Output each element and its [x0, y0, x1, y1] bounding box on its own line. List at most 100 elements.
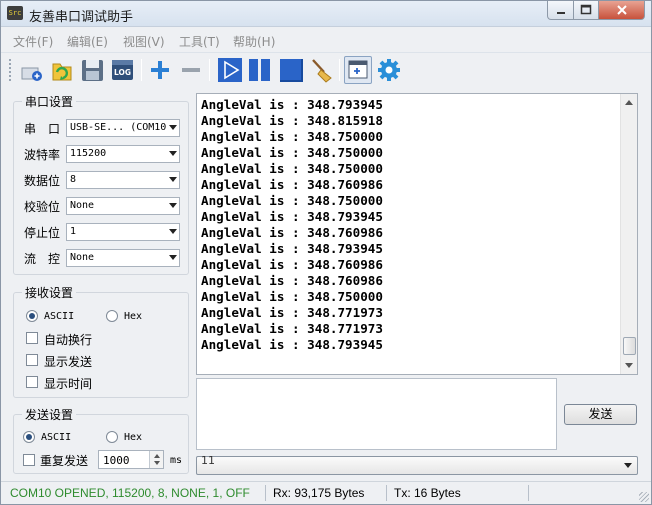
- send-hex-radio[interactable]: [106, 431, 118, 443]
- baud-value: 115200: [70, 148, 107, 159]
- stepper-buttons[interactable]: [149, 451, 163, 468]
- send-settings-group: 发送设置 ASCII Hex 重复发送 1000 ms: [13, 406, 189, 474]
- connection-status: COM10 OPENED, 115200, 8, NONE, 1, OFF: [10, 486, 250, 500]
- send-button[interactable]: 发送: [564, 404, 637, 425]
- auto-wrap-checkbox[interactable]: [26, 332, 38, 344]
- send-ascii-label: ASCII: [41, 432, 72, 443]
- receive-line: AngleVal is : 348.750000: [201, 193, 383, 208]
- close-icon: [616, 5, 627, 15]
- stopbits-value: 1: [70, 226, 77, 237]
- maximize-icon: [580, 4, 592, 15]
- new-session-icon: [21, 67, 42, 81]
- app-logo-icon: Src: [7, 6, 23, 20]
- chevron-down-icon: [169, 177, 177, 182]
- maximize-button[interactable]: [573, 1, 599, 20]
- scroll-up-icon[interactable]: [625, 100, 633, 105]
- parity-label: 校验位: [24, 200, 61, 214]
- minus-icon: [182, 68, 200, 72]
- send-settings-title: 发送设置: [22, 406, 77, 423]
- log-button[interactable]: LOG: [109, 56, 137, 84]
- receive-hex-radio[interactable]: [106, 310, 118, 322]
- new-session-button[interactable]: [18, 56, 46, 84]
- chevron-down-icon: [169, 255, 177, 260]
- serial-settings-group: 串口设置 串 口 USB-SE... (COM10 波特率 115200 数据位…: [13, 93, 189, 275]
- menu-file[interactable]: 文件(F): [13, 33, 53, 50]
- databits-value: 8: [70, 174, 77, 185]
- stepper-arrows-icon: [154, 454, 160, 465]
- stop-icon: [280, 59, 303, 82]
- receive-hex-label: Hex: [124, 311, 143, 322]
- open-file-button[interactable]: [48, 56, 76, 84]
- send-history-value: 11: [201, 454, 215, 467]
- menu-view[interactable]: 视图(V): [123, 33, 165, 50]
- parity-select[interactable]: None: [66, 197, 180, 215]
- menu-tools[interactable]: 工具(T): [179, 33, 220, 50]
- clear-button[interactable]: [307, 56, 335, 84]
- baud-label: 波特率: [24, 148, 61, 162]
- receive-line: AngleVal is : 348.760986: [201, 225, 383, 240]
- receive-scrollbar[interactable]: [620, 94, 637, 374]
- receive-settings-title: 接收设置: [22, 284, 77, 301]
- minimize-button[interactable]: [547, 1, 574, 20]
- pause-button[interactable]: [246, 56, 274, 84]
- close-button[interactable]: [598, 1, 645, 20]
- menu-help[interactable]: 帮助(H): [233, 33, 275, 50]
- settings-button[interactable]: [375, 56, 403, 84]
- toolbar-grip[interactable]: [9, 59, 12, 81]
- receive-line: AngleVal is : 348.771973: [201, 321, 383, 336]
- resize-grip[interactable]: [639, 492, 649, 502]
- show-time-checkbox[interactable]: [26, 376, 38, 388]
- port-select[interactable]: USB-SE... (COM10: [66, 119, 180, 137]
- receive-ascii-radio[interactable]: [26, 310, 38, 322]
- pause-icon: [249, 59, 270, 81]
- repeat-unit-label: ms: [170, 455, 183, 466]
- flow-select[interactable]: None: [66, 249, 180, 267]
- menu-edit[interactable]: 编辑(E): [67, 33, 108, 50]
- repeat-send-checkbox[interactable]: [23, 454, 35, 466]
- flow-label: 流 控: [24, 252, 61, 266]
- send-ascii-radio[interactable]: [23, 431, 35, 443]
- receive-line: AngleVal is : 348.793945: [201, 337, 383, 352]
- toolbar-separator: [209, 59, 210, 81]
- repeat-interval-stepper[interactable]: 1000: [98, 450, 164, 469]
- scroll-down-icon[interactable]: [625, 363, 633, 368]
- receive-line: AngleVal is : 348.793945: [201, 209, 383, 224]
- receive-line: AngleVal is : 348.760986: [201, 257, 383, 272]
- send-textarea[interactable]: [196, 378, 557, 450]
- start-button[interactable]: [216, 56, 244, 84]
- receive-ascii-label: ASCII: [44, 311, 75, 322]
- panel-toggle-button[interactable]: [344, 56, 372, 84]
- databits-select[interactable]: 8: [66, 171, 180, 189]
- save-disk-icon: [82, 60, 103, 81]
- receive-settings-group: 接收设置 ASCII Hex 自动换行 显示发送 显示时间: [13, 284, 189, 398]
- rx-count: Rx: 93,175 Bytes: [273, 486, 365, 500]
- stopbits-label: 停止位: [24, 226, 61, 240]
- broom-icon: [312, 59, 332, 83]
- databits-label: 数据位: [24, 174, 61, 188]
- plus-icon: [151, 61, 169, 79]
- chevron-down-icon: [169, 229, 177, 234]
- receive-line: AngleVal is : 348.750000: [201, 145, 383, 160]
- flow-value: None: [70, 252, 95, 263]
- send-history-select[interactable]: 11: [196, 454, 638, 475]
- receive-line: AngleVal is : 348.760986: [201, 273, 383, 288]
- log-icon: LOG: [112, 60, 133, 80]
- window-title: 友善串口调试助手: [29, 10, 134, 25]
- toolbar-separator: [339, 59, 340, 81]
- save-button[interactable]: [79, 56, 107, 84]
- remove-button[interactable]: [177, 56, 205, 84]
- status-divider: [386, 485, 387, 501]
- chevron-down-icon: [624, 463, 632, 468]
- scroll-thumb[interactable]: [623, 337, 636, 355]
- stopbits-select[interactable]: 1: [66, 223, 180, 241]
- auto-wrap-label: 自动换行: [44, 333, 93, 347]
- stop-button[interactable]: [277, 56, 305, 84]
- baud-select[interactable]: 115200: [66, 145, 180, 163]
- receive-textarea[interactable]: AngleVal is : 348.793945 AngleVal is : 34…: [196, 93, 638, 375]
- app-window: Src 友善串口调试助手 文件(F) 编辑(E) 视图(V) 工具(T) 帮助(…: [0, 0, 652, 505]
- show-send-checkbox[interactable]: [26, 354, 38, 366]
- port-value: USB-SE... (COM10: [70, 122, 167, 133]
- receive-line: AngleVal is : 348.750000: [201, 289, 383, 304]
- add-button[interactable]: [146, 56, 174, 84]
- show-send-label: 显示发送: [44, 355, 93, 369]
